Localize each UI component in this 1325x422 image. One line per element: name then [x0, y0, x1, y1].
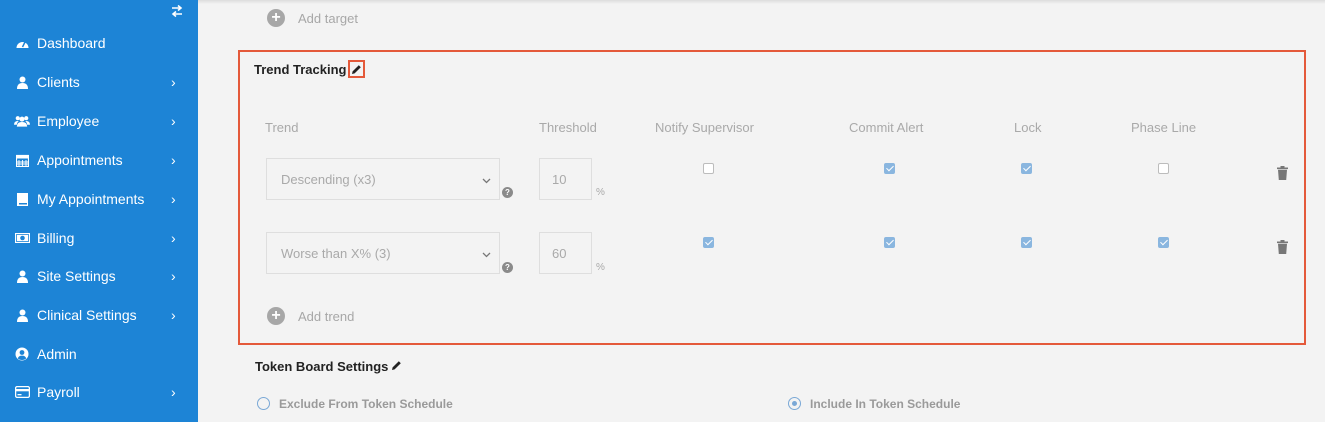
chevron-right-icon: › — [171, 384, 176, 400]
trash-icon[interactable] — [1277, 240, 1288, 254]
column-header-lock: Lock — [1014, 120, 1042, 135]
trash-icon[interactable] — [1277, 166, 1288, 180]
trend-select-value: Descending (x3) — [281, 172, 376, 187]
sidebar-item-label: Payroll — [37, 384, 80, 400]
tachometer-icon — [14, 33, 30, 53]
sidebar-item-clients[interactable]: Clients › — [0, 72, 198, 111]
chevron-right-icon: › — [171, 230, 176, 246]
phase-line-checkbox[interactable] — [1158, 237, 1169, 248]
users-icon — [14, 111, 30, 131]
swap-arrows-icon — [171, 4, 183, 18]
sidebar-item-label: Clinical Settings — [37, 307, 137, 323]
sidebar-item-label: Billing — [37, 230, 75, 246]
column-header-threshold: Threshold — [539, 120, 597, 135]
chevron-down-icon — [482, 246, 491, 261]
sidebar-item-label: Site Settings — [37, 268, 116, 284]
lock-checkbox[interactable] — [1021, 163, 1032, 174]
question-circle-icon[interactable]: ? — [502, 187, 513, 198]
sidebar-item-admin[interactable]: Admin — [0, 344, 198, 383]
sidebar-item-site-settings[interactable]: Site Settings › — [0, 266, 198, 305]
sidebar-item-label: My Appointments — [37, 191, 145, 207]
chevron-right-icon: › — [171, 191, 176, 207]
question-circle-icon[interactable]: ? — [502, 262, 513, 273]
sidebar-item-appointments[interactable]: Appointments › — [0, 150, 198, 189]
threshold-input[interactable]: 10 — [539, 158, 592, 200]
sidebar-item-payroll[interactable]: Payroll › — [0, 382, 198, 421]
user-icon — [14, 266, 30, 286]
token-board-title: Token Board Settings — [255, 359, 402, 374]
add-target-button[interactable]: + Add target — [267, 9, 358, 27]
plus-circle-icon: + — [267, 307, 285, 325]
threshold-value: 10 — [552, 172, 567, 187]
trend-select[interactable]: Worse than X% (3) — [266, 232, 500, 274]
chevron-right-icon: › — [171, 152, 176, 168]
column-header-phase-line: Phase Line — [1131, 120, 1197, 135]
calendar-icon — [14, 150, 30, 170]
exclude-token-schedule-radio[interactable] — [257, 397, 270, 410]
chevron-down-icon — [482, 172, 491, 187]
column-header-trend: Trend — [265, 120, 299, 135]
user-icon — [14, 72, 30, 92]
add-trend-button[interactable]: + Add trend — [267, 307, 354, 325]
chevron-right-icon: › — [171, 268, 176, 284]
top-shadow — [198, 0, 1325, 4]
sidebar-item-label: Appointments — [37, 152, 123, 168]
lock-checkbox[interactable] — [1021, 237, 1032, 248]
plus-circle-icon: + — [267, 9, 285, 27]
include-token-schedule-radio[interactable] — [788, 397, 801, 410]
sidebar-item-my-appointments[interactable]: My Appointments › — [0, 189, 198, 228]
percent-unit: % — [596, 187, 605, 198]
commit-alert-checkbox[interactable] — [884, 163, 895, 174]
percent-unit: % — [596, 262, 605, 273]
chevron-right-icon: › — [171, 74, 176, 90]
notify-supervisor-checkbox[interactable] — [703, 163, 714, 174]
trend-tracking-title: Trend Tracking — [254, 60, 366, 78]
edit-trend-tracking-button[interactable] — [348, 60, 366, 78]
pencil-icon — [392, 361, 402, 370]
sidebar-item-dashboard[interactable]: Dashboard — [0, 33, 198, 72]
sidebar: Dashboard Clients › Employee › Appointme… — [0, 0, 198, 422]
sidebar-toggle-button[interactable] — [170, 4, 186, 20]
chevron-right-icon: › — [171, 307, 176, 323]
chevron-right-icon: › — [171, 113, 176, 129]
sidebar-item-label: Dashboard — [37, 35, 106, 51]
user-circle-icon — [14, 344, 30, 364]
add-target-label: Add target — [298, 10, 358, 26]
book-icon — [14, 189, 30, 209]
trend-select-value: Worse than X% (3) — [281, 246, 391, 261]
sidebar-item-clinical-settings[interactable]: Clinical Settings › — [0, 305, 198, 344]
trend-tracking-title-text: Trend Tracking — [254, 61, 347, 77]
threshold-input[interactable]: 60 — [539, 232, 592, 274]
credit-card-icon — [14, 382, 30, 402]
trend-select[interactable]: Descending (x3) — [266, 158, 500, 200]
column-header-commit-alert: Commit Alert — [849, 120, 924, 135]
commit-alert-checkbox[interactable] — [884, 237, 895, 248]
sidebar-item-billing[interactable]: Billing › — [0, 228, 198, 267]
phase-line-checkbox[interactable] — [1158, 163, 1169, 174]
threshold-value: 60 — [552, 246, 567, 261]
pencil-icon — [352, 64, 362, 74]
sidebar-item-label: Clients — [37, 74, 80, 90]
sidebar-item-label: Admin — [37, 346, 77, 362]
notify-supervisor-checkbox[interactable] — [703, 237, 714, 248]
money-icon — [14, 228, 30, 248]
user-icon — [14, 305, 30, 325]
edit-token-board-button[interactable] — [391, 359, 402, 374]
add-trend-label: Add trend — [298, 308, 355, 324]
sidebar-item-employee[interactable]: Employee › — [0, 111, 198, 150]
token-board-title-text: Token Board Settings — [255, 359, 389, 374]
exclude-token-schedule-label: Exclude From Token Schedule — [279, 397, 453, 411]
column-header-notify-supervisor: Notify Supervisor — [655, 120, 754, 135]
sidebar-item-label: Employee — [37, 113, 100, 129]
include-token-schedule-label: Include In Token Schedule — [810, 397, 961, 411]
